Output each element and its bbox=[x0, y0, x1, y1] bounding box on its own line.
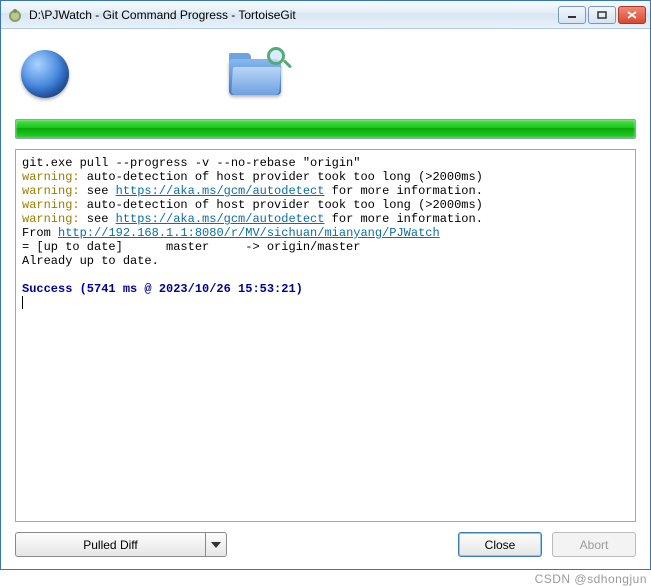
window-title: D:\PJWatch - Git Command Progress - Tort… bbox=[29, 8, 552, 22]
pulled-diff-dropdown[interactable] bbox=[205, 532, 227, 557]
log-text: for more information. bbox=[324, 212, 482, 226]
warning-label: warning: bbox=[22, 184, 80, 198]
autodetect-link[interactable]: https://aka.ms/gcm/autodetect bbox=[116, 212, 325, 226]
log-text: see bbox=[80, 184, 116, 198]
autodetect-link[interactable]: https://aka.ms/gcm/autodetect bbox=[116, 184, 325, 198]
warning-label: warning: bbox=[22, 198, 80, 212]
log-line: Already up to date. bbox=[22, 254, 159, 268]
titlebar[interactable]: D:\PJWatch - Git Command Progress - Tort… bbox=[1, 1, 650, 29]
watermark: CSDN @sdhongjun bbox=[535, 572, 647, 586]
chevron-down-icon bbox=[211, 542, 221, 548]
repo-link[interactable]: http://192.168.1.1:8080/r/MV/sichuan/mia… bbox=[58, 226, 440, 240]
log-text: for more information. bbox=[324, 184, 482, 198]
close-window-button[interactable] bbox=[618, 6, 646, 24]
close-button[interactable]: Close bbox=[458, 532, 542, 557]
globe-icon bbox=[21, 50, 69, 98]
dialog-window: D:\PJWatch - Git Command Progress - Tort… bbox=[0, 0, 651, 570]
log-text: From bbox=[22, 226, 58, 240]
text-caret bbox=[22, 296, 23, 309]
window-controls bbox=[558, 6, 646, 24]
log-line: git.exe pull --progress -v --no-rebase "… bbox=[22, 156, 360, 170]
abort-button: Abort bbox=[552, 532, 636, 557]
pulled-diff-splitbutton: Pulled Diff bbox=[15, 532, 227, 557]
success-line: Success (5741 ms @ 2023/10/26 15:53:21) bbox=[22, 282, 303, 296]
log-text: auto-detection of host provider took too… bbox=[80, 198, 483, 212]
output-log[interactable]: git.exe pull --progress -v --no-rebase "… bbox=[15, 149, 636, 522]
icon-row bbox=[15, 39, 636, 109]
minimize-button[interactable] bbox=[558, 6, 586, 24]
maximize-button[interactable] bbox=[588, 6, 616, 24]
client-area: git.exe pull --progress -v --no-rebase "… bbox=[1, 29, 650, 569]
log-text: auto-detection of host provider took too… bbox=[80, 170, 483, 184]
folder-search-icon bbox=[229, 53, 281, 95]
log-line: = [up to date] master -> origin/master bbox=[22, 240, 360, 254]
progress-bar bbox=[15, 119, 636, 139]
pulled-diff-button[interactable]: Pulled Diff bbox=[15, 532, 205, 557]
warning-label: warning: bbox=[22, 212, 80, 226]
footer-buttons: Pulled Diff Close Abort bbox=[15, 532, 636, 557]
tortoisegit-icon bbox=[7, 7, 23, 23]
warning-label: warning: bbox=[22, 170, 80, 184]
log-text: see bbox=[80, 212, 116, 226]
